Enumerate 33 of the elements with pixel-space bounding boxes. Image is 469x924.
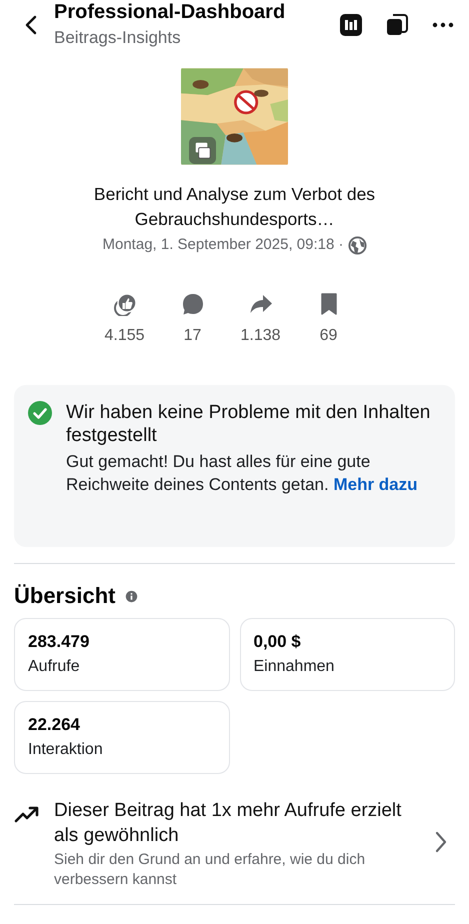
- comment-icon[interactable]: [180, 292, 204, 316]
- gallery-icon: [189, 137, 216, 164]
- stat-count: 4.155: [104, 326, 145, 346]
- section-title: Übersicht: [14, 582, 116, 610]
- metric-label: Interaktion: [28, 740, 104, 760]
- trend-up-icon: [14, 804, 40, 824]
- post-title: Bericht und Analyse zum Verbot des Gebrauchshundesports…: [92, 183, 376, 231]
- learn-more-link[interactable]: Mehr dazu: [333, 475, 418, 494]
- metric-card[interactable]: 0,00 $ Einnahmen: [240, 618, 455, 691]
- check-icon: [28, 401, 52, 425]
- bar-chart-icon[interactable]: [339, 13, 363, 37]
- chevron-right-icon[interactable]: [435, 831, 447, 853]
- insight-title: Dieser Beitrag hat 1x mehr Aufrufe erzielt als gewöhnlich: [54, 799, 402, 848]
- metric-card[interactable]: 22.264 Interaktion: [14, 701, 230, 774]
- post-date: Montag, 1. September 2025, 09:18 ·: [102, 235, 344, 255]
- stat-count: 69: [320, 326, 338, 346]
- copy-icon[interactable]: [385, 13, 409, 37]
- metric-label: Aufrufe: [28, 657, 81, 677]
- stat-count: 17: [184, 326, 202, 346]
- stat-count: 1.138: [240, 326, 281, 346]
- metric-value: 0,00 $: [254, 631, 302, 653]
- metric-label: Einnahmen: [254, 657, 336, 677]
- metric-value: 283.479: [28, 631, 90, 653]
- page-subtitle: Beitrags-Insights: [54, 27, 182, 49]
- page-title: Professional-Dashboard: [54, 0, 286, 24]
- notice-title: Wir haben keine Probleme mit den Inhalten festgestellt: [66, 401, 432, 447]
- insight-text: Sieh dir den Grund an und erfahre, wie du dich verbessern kannst: [54, 850, 366, 890]
- metric-value: 22.264: [28, 714, 81, 736]
- info-icon[interactable]: [125, 590, 138, 602]
- reactions-icon[interactable]: [112, 292, 136, 316]
- globe-icon: [348, 236, 366, 254]
- metric-card[interactable]: 283.479 Aufrufe: [14, 618, 230, 691]
- notice-text: Gut gemacht! Du hast alles für eine gute Reichweite deines Contents getan. Mehr dazu: [66, 451, 419, 496]
